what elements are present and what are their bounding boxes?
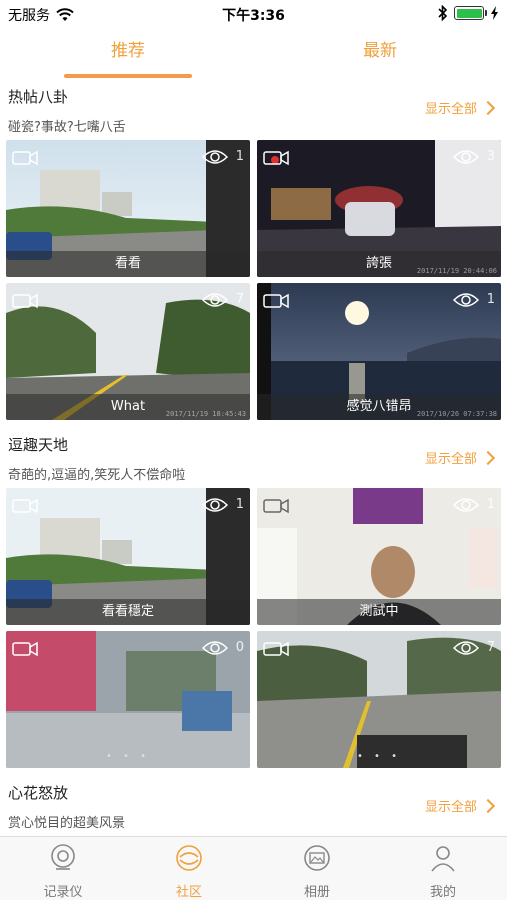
tab-active-indicator	[64, 74, 192, 78]
view-count: 3	[486, 149, 495, 164]
section-title: 热帖八卦	[8, 88, 69, 106]
view-count: 1	[486, 292, 495, 307]
chevron-right-icon	[480, 798, 496, 813]
chevron-right-icon	[480, 450, 496, 465]
view-count: 1	[235, 149, 244, 164]
section-fun-world: 逗趣天地 奇葩的,逗逼的,笑死人不偿命啦 显示全部 1 看看穩定 1 測試中 0…	[0, 428, 507, 773]
battery-icon	[454, 6, 487, 20]
eye-icon	[202, 498, 228, 512]
video-camera-icon	[263, 293, 289, 309]
video-camera-icon	[12, 150, 38, 166]
show-all-button[interactable]: 显示全部	[424, 98, 496, 117]
video-timestamp: 2017/11/19 20:44:06	[416, 267, 497, 275]
view-count: 1	[486, 497, 495, 512]
video-camera-icon	[263, 641, 289, 657]
nav-dashcam[interactable]: 记录仪	[18, 843, 108, 900]
nav-album[interactable]: 相册	[272, 843, 362, 900]
section-title: 逗趣天地	[8, 436, 69, 454]
section-hot-gossip: 热帖八卦 碰瓷?事故?七嘴八舌 显示全部 1 看看 3 誇張 2017/11/1…	[0, 80, 507, 425]
album-icon	[304, 845, 330, 871]
nav-label: 相册	[303, 885, 330, 900]
video-tile[interactable]: 7 What 2017/11/19 18:45:43	[6, 283, 250, 420]
status-right	[438, 5, 499, 21]
eye-icon	[453, 150, 479, 164]
video-tile[interactable]: 0 • • •	[6, 631, 250, 768]
show-all-label: 显示全部	[424, 452, 477, 467]
status-bar: 无服务 下午3:36	[0, 0, 507, 28]
show-all-button[interactable]: 显示全部	[424, 796, 496, 815]
nav-label: 我的	[429, 885, 456, 900]
show-all-label: 显示全部	[424, 800, 477, 815]
eye-icon	[453, 293, 479, 307]
video-caption: 看看	[6, 251, 250, 277]
eye-icon	[202, 150, 228, 164]
section-subtitle: 赏心悦目的超美风景	[8, 816, 126, 831]
video-tile[interactable]: 1 測試中	[257, 488, 501, 625]
video-caption: 測試中	[257, 599, 501, 625]
video-camera-icon	[12, 641, 38, 657]
video-tile[interactable]: 7 • • •	[257, 631, 501, 768]
eye-icon	[453, 498, 479, 512]
eye-icon	[202, 293, 228, 307]
loading-dots: • • •	[105, 751, 151, 762]
view-count: 0	[235, 640, 244, 655]
video-timestamp: 2017/11/19 18:45:43	[165, 410, 246, 418]
video-caption: 看看穩定	[6, 599, 250, 625]
dashcam-icon	[51, 844, 75, 870]
tab-latest[interactable]: 最新	[300, 36, 460, 61]
nav-label: 社区	[175, 885, 202, 900]
video-tile[interactable]: 1 看看穩定	[6, 488, 250, 625]
section-subtitle: 碰瓷?事故?七嘴八舌	[8, 120, 126, 135]
section-scenery: 心花怒放 赏心悦目的超美风景 显示全部	[0, 776, 507, 836]
loading-dots: • • •	[356, 751, 402, 762]
video-tile[interactable]: 1 感觉八错昂 2017/10/26 07:37:38	[257, 283, 501, 420]
video-tile[interactable]: 3 誇張 2017/11/19 20:44:06	[257, 140, 501, 277]
tab-recommended[interactable]: 推荐	[48, 36, 208, 61]
nav-profile[interactable]: 我的	[398, 843, 488, 900]
video-camera-icon	[263, 498, 289, 514]
video-timestamp: 2017/10/26 07:37:38	[416, 410, 497, 418]
top-tabs: 推荐 最新	[0, 30, 507, 78]
bottom-nav: 记录仪 社区 相册 我的	[0, 836, 507, 900]
bluetooth-icon	[438, 5, 448, 21]
video-camera-icon	[12, 293, 38, 309]
video-tile[interactable]: 1 看看	[6, 140, 250, 277]
section-subtitle: 奇葩的,逗逼的,笑死人不偿命啦	[8, 468, 186, 483]
eye-icon	[453, 641, 479, 655]
show-all-label: 显示全部	[424, 102, 477, 117]
view-count: 7	[235, 292, 244, 307]
section-title: 心花怒放	[8, 784, 69, 802]
chevron-right-icon	[480, 100, 496, 115]
profile-icon	[431, 846, 455, 872]
view-count: 7	[486, 640, 495, 655]
video-camera-icon	[12, 498, 38, 514]
status-time: 下午3:36	[222, 8, 285, 24]
charging-icon	[491, 6, 498, 20]
nav-label: 记录仪	[43, 885, 83, 900]
eye-icon	[202, 641, 228, 655]
video-camera-icon	[263, 150, 289, 166]
show-all-button[interactable]: 显示全部	[424, 448, 496, 467]
community-icon	[176, 845, 202, 871]
view-count: 1	[235, 497, 244, 512]
nav-community[interactable]: 社区	[144, 843, 234, 900]
